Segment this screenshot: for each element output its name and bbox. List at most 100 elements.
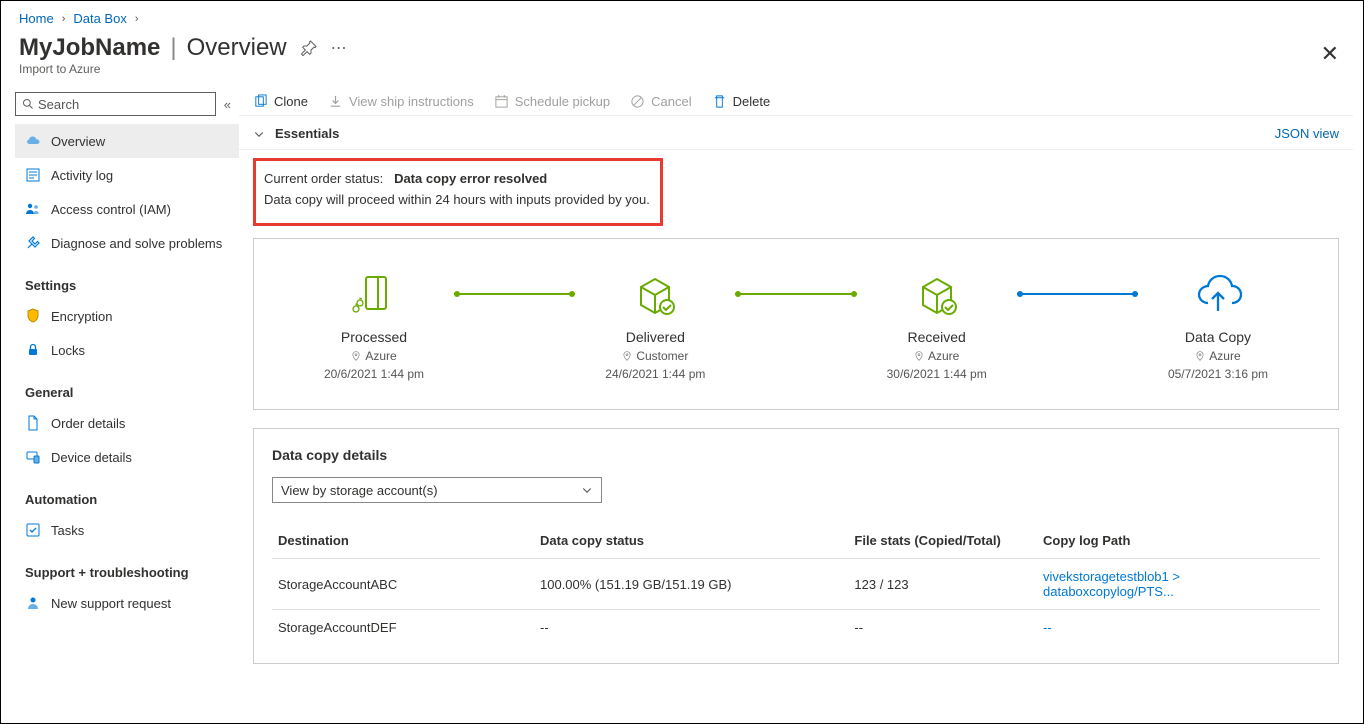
location-icon xyxy=(351,351,361,361)
essentials-label: Essentials xyxy=(275,126,1275,141)
support-icon xyxy=(25,595,41,611)
order-timeline: Processed Azure 20/6/2021 1:44 pm Delive… xyxy=(253,238,1339,410)
people-icon xyxy=(25,201,41,217)
tasks-icon xyxy=(25,522,41,538)
title-separator: | xyxy=(170,34,176,62)
processed-icon xyxy=(350,273,398,317)
col-destination: Destination xyxy=(272,525,534,559)
sidebar-item-diagnose[interactable]: Diagnose and solve problems xyxy=(15,226,239,260)
job-type-label: Import to Azure xyxy=(1,62,1363,86)
cancel-icon xyxy=(630,94,645,109)
ship-instructions-button[interactable]: View ship instructions xyxy=(328,94,474,109)
delivered-icon xyxy=(631,273,679,317)
sidebar-item-label: Order details xyxy=(51,416,125,431)
cloud-icon xyxy=(25,133,41,149)
clone-button[interactable]: Clone xyxy=(253,94,308,109)
sidebar-section-automation: Automation xyxy=(15,474,239,513)
view-by-select[interactable]: View by storage account(s) xyxy=(272,477,602,503)
cell-log-link[interactable]: -- xyxy=(1037,610,1320,646)
sidebar-item-label: Activity log xyxy=(51,168,113,183)
step-title: Received xyxy=(907,317,965,345)
status-prefix: Current order status: xyxy=(264,171,383,186)
button-label: Cancel xyxy=(651,94,691,109)
step-loc: Customer xyxy=(636,349,688,363)
schedule-pickup-button[interactable]: Schedule pickup xyxy=(494,94,610,109)
timeline-step-delivered: Delivered Customer 24/6/2021 1:44 pm xyxy=(555,273,755,381)
select-value: View by storage account(s) xyxy=(281,483,438,498)
data-copy-details: Data copy details View by storage accoun… xyxy=(253,428,1339,664)
sidebar-item-label: Diagnose and solve problems xyxy=(51,236,222,251)
sidebar-item-activity[interactable]: Activity log xyxy=(15,158,239,192)
step-title: Data Copy xyxy=(1185,317,1251,345)
button-label: View ship instructions xyxy=(349,94,474,109)
clone-icon xyxy=(253,94,268,109)
table-row: StorageAccountABC 100.00% (151.19 GB/151… xyxy=(272,559,1320,610)
status-highlight-box: Current order status: Data copy error re… xyxy=(253,158,663,226)
location-icon xyxy=(1195,351,1205,361)
trash-icon xyxy=(712,94,727,109)
table-row: StorageAccountDEF -- -- -- xyxy=(272,610,1320,646)
step-loc: Azure xyxy=(1209,349,1240,363)
button-label: Schedule pickup xyxy=(515,94,610,109)
sidebar-item-tasks[interactable]: Tasks xyxy=(15,513,239,547)
sidebar-item-label: Device details xyxy=(51,450,132,465)
calendar-icon xyxy=(494,94,509,109)
chevron-down-icon xyxy=(253,128,265,140)
step-date: 05/7/2021 3:16 pm xyxy=(1168,363,1268,381)
sidebar-item-label: Encryption xyxy=(51,309,112,324)
pin-icon[interactable] xyxy=(301,40,317,56)
essentials-header[interactable]: Essentials JSON view xyxy=(239,115,1353,150)
timeline-step-received: Received Azure 30/6/2021 1:44 pm xyxy=(837,273,1037,381)
sidebar-section-support: Support + troubleshooting xyxy=(15,547,239,586)
cancel-button[interactable]: Cancel xyxy=(630,94,691,109)
col-log: Copy log Path xyxy=(1037,525,1320,559)
details-title: Data copy details xyxy=(272,447,1320,477)
search-placeholder: Search xyxy=(38,97,79,112)
more-icon[interactable]: ⋯ xyxy=(331,38,347,58)
timeline-step-datacopy: Data Copy Azure 05/7/2021 3:16 pm xyxy=(1118,273,1318,381)
step-title: Delivered xyxy=(626,317,685,345)
step-date: 24/6/2021 1:44 pm xyxy=(605,363,705,381)
button-label: Clone xyxy=(274,94,308,109)
sidebar-item-access[interactable]: Access control (IAM) xyxy=(15,192,239,226)
sidebar-section-general: General xyxy=(15,367,239,406)
json-view-link[interactable]: JSON view xyxy=(1275,126,1339,141)
wrench-icon xyxy=(25,235,41,251)
cell-dest: StorageAccountABC xyxy=(272,559,534,610)
step-date: 20/6/2021 1:44 pm xyxy=(324,363,424,381)
chevron-down-icon xyxy=(581,484,593,496)
search-icon xyxy=(22,98,34,110)
sidebar-item-overview[interactable]: Overview xyxy=(15,124,239,158)
cell-log-link[interactable]: vivekstoragetestblob1 > databoxcopylog/P… xyxy=(1037,559,1320,610)
delete-button[interactable]: Delete xyxy=(712,94,771,109)
close-icon[interactable]: ✕ xyxy=(1321,41,1339,67)
step-loc: Azure xyxy=(365,349,396,363)
status-value: Data copy error resolved xyxy=(394,171,547,186)
sidebar-item-locks[interactable]: Locks xyxy=(15,333,239,367)
collapse-sidebar-icon[interactable]: « xyxy=(224,97,231,112)
breadcrumb-databox[interactable]: Data Box xyxy=(73,11,126,26)
sidebar-item-label: Overview xyxy=(51,134,105,149)
job-name-title: MyJobName xyxy=(19,34,160,62)
search-input[interactable]: Search xyxy=(15,92,216,116)
sidebar-item-encryption[interactable]: Encryption xyxy=(15,299,239,333)
sidebar-item-order-details[interactable]: Order details xyxy=(15,406,239,440)
document-icon xyxy=(25,415,41,431)
sidebar-item-new-support[interactable]: New support request xyxy=(15,586,239,620)
sidebar-item-label: Tasks xyxy=(51,523,84,538)
breadcrumb-home[interactable]: Home xyxy=(19,11,54,26)
received-icon xyxy=(913,273,961,317)
activity-log-icon xyxy=(25,167,41,183)
breadcrumb: Home › Data Box › xyxy=(1,1,1363,30)
chevron-right-icon: › xyxy=(135,13,139,25)
step-loc: Azure xyxy=(928,349,959,363)
step-title: Processed xyxy=(341,317,407,345)
content-pane: Clone View ship instructions Schedule pi… xyxy=(239,86,1363,708)
location-icon xyxy=(622,351,632,361)
sidebar-item-device-details[interactable]: Device details xyxy=(15,440,239,474)
cell-stats: -- xyxy=(848,610,1037,646)
device-icon xyxy=(25,449,41,465)
download-icon xyxy=(328,94,343,109)
cell-status: 100.00% (151.19 GB/151.19 GB) xyxy=(534,559,848,610)
page-header: MyJobName | Overview ⋯ xyxy=(1,30,1363,62)
